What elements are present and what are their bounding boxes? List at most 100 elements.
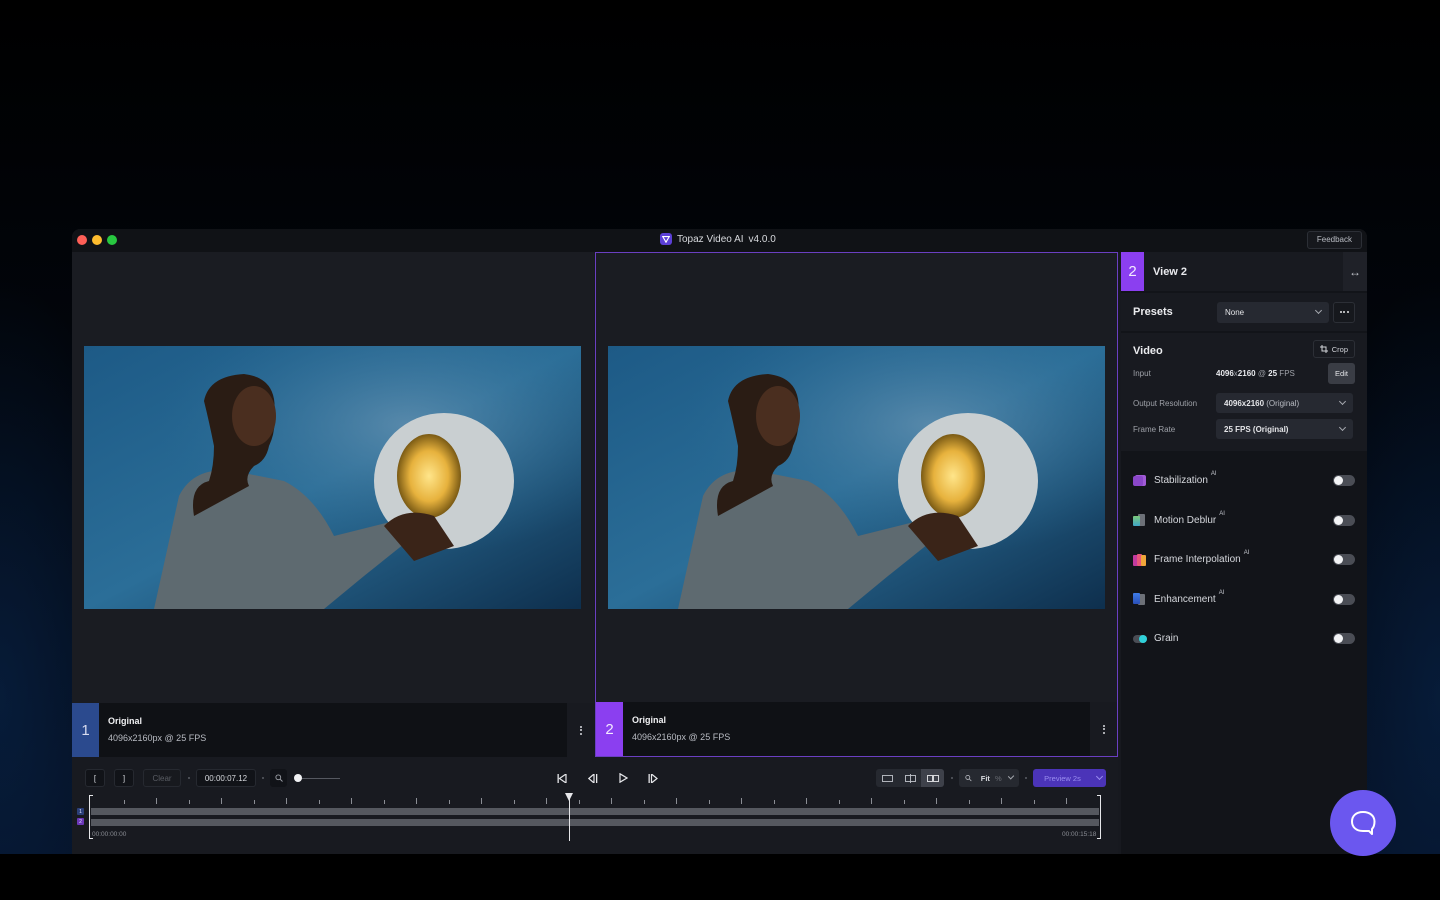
feature-label: EnhancementAI <box>1154 589 1225 605</box>
enhancement-icon <box>1133 593 1147 606</box>
more-vertical-icon <box>1102 724 1105 734</box>
feature-enhancement: EnhancementAI <box>1121 580 1367 620</box>
presets-section: Presets None <box>1121 293 1367 331</box>
grain-toggle[interactable] <box>1333 633 1355 645</box>
feature-stabilization: StabilizationAI <box>1121 461 1367 501</box>
enhancement-toggle[interactable] <box>1333 593 1355 605</box>
maximize-window-button[interactable] <box>107 235 117 245</box>
frame-rate-label: Frame Rate <box>1133 424 1176 434</box>
timeline-tick <box>123 800 125 804</box>
track-2-label: 2 <box>77 818 84 825</box>
timeline-tick <box>968 800 970 804</box>
viewer-2-resolution: 4096x2160px @ 25 FPS <box>632 732 731 742</box>
app-window: Topaz Video AI v4.0.0 Feedback 1 Origina… <box>72 229 1367 854</box>
timeline-tick <box>708 800 710 804</box>
video-frame-preview <box>608 346 1105 609</box>
track-1-label: 1 <box>77 808 84 815</box>
title-bar: Topaz Video AI v4.0.0 Feedback <box>72 229 1367 252</box>
frame-rate-dropdown[interactable]: 25 FPS (Original) <box>1216 419 1353 439</box>
viewer-2-number: 2 <box>596 702 623 756</box>
presets-more-button[interactable] <box>1333 301 1355 323</box>
viewer-1-info: 1 Original 4096x2160px @ 25 FPS <box>72 703 594 757</box>
separator <box>262 777 264 779</box>
viewer-2[interactable]: 2 Original 4096x2160px @ 25 FPS <box>595 252 1118 757</box>
timeline-zoom-slider-track[interactable] <box>298 778 340 779</box>
timeline[interactable]: 1 2 00:00:00:00 00:00:15:18 <box>72 793 1118 843</box>
bottom-bar <box>0 854 1440 900</box>
timeline-tick <box>643 800 645 804</box>
motion-deblur-toggle[interactable] <box>1333 514 1355 526</box>
timeline-tick <box>806 798 808 804</box>
viewer-1[interactable]: 1 Original 4096x2160px @ 25 FPS <box>72 252 594 757</box>
track-1[interactable] <box>91 808 1099 815</box>
split-view-icon <box>904 773 916 783</box>
support-chat-button[interactable] <box>1330 790 1396 856</box>
mark-in-button[interactable]: [ <box>85 769 105 787</box>
clear-button[interactable]: Clear <box>143 769 181 787</box>
viewer-1-more-button[interactable] <box>567 703 594 757</box>
feature-label: Frame InterpolationAI <box>1154 550 1250 566</box>
app-title: Topaz Video AI <box>677 233 744 245</box>
preview-button[interactable]: Preview 2s <box>1033 769 1106 787</box>
timeline-tick <box>156 798 158 804</box>
timeline-tick <box>838 800 840 804</box>
split-view-button[interactable] <box>899 769 922 787</box>
feedback-button[interactable]: Feedback <box>1306 231 1362 249</box>
output-resolution-dropdown[interactable]: 4096x2160 (Original) <box>1216 393 1353 413</box>
zoom-icon <box>965 774 972 782</box>
step-back-icon <box>588 773 598 783</box>
playhead-handle[interactable] <box>564 793 573 801</box>
single-view-icon <box>881 774 893 782</box>
feature-motion-deblur: Motion DeblurAI <box>1121 501 1367 541</box>
video-title: Video <box>1133 345 1163 357</box>
timeline-tick <box>481 798 483 804</box>
close-window-button[interactable] <box>77 235 87 245</box>
playhead-line <box>568 796 570 841</box>
mark-out-button[interactable]: ] <box>114 769 134 787</box>
view-number-badge: 2 <box>1121 252 1144 291</box>
expand-arrows-icon[interactable]: ↔ <box>1343 252 1367 291</box>
skip-to-start-button[interactable] <box>554 770 570 786</box>
timeline-tick <box>578 800 580 804</box>
timeline-tick <box>611 798 613 804</box>
more-vertical-icon <box>579 725 582 735</box>
stabilization-toggle[interactable] <box>1333 475 1355 487</box>
timeline-zoom-slider-thumb[interactable] <box>294 774 302 782</box>
out-point-marker[interactable] <box>1097 795 1101 839</box>
chevron-down-icon <box>1095 772 1103 781</box>
timeline-tick <box>903 800 905 804</box>
timeline-tick <box>416 798 418 804</box>
input-label: Input <box>1133 369 1151 378</box>
timeline-tick <box>546 798 548 804</box>
presets-dropdown[interactable]: None <box>1217 301 1329 323</box>
timeline-tick <box>1001 798 1003 804</box>
ai-features-list: StabilizationAI Motion DeblurAI Frame In… <box>1121 451 1367 659</box>
frame-interpolation-toggle[interactable] <box>1333 554 1355 566</box>
playback-controls: [ ] Clear 00:00:07.12 Fit % Preview 2s 1… <box>72 757 1118 854</box>
side-by-side-icon <box>926 774 939 782</box>
previous-frame-button[interactable] <box>585 770 601 786</box>
timeline-tick <box>383 800 385 804</box>
track-2[interactable] <box>91 819 1099 826</box>
timeline-tick <box>351 798 353 804</box>
side-by-side-view-button[interactable] <box>921 769 945 787</box>
play-button[interactable] <box>615 770 631 786</box>
single-view-button[interactable] <box>876 769 899 787</box>
edit-input-button[interactable]: Edit <box>1328 363 1355 384</box>
frame-interpolation-icon <box>1133 553 1147 566</box>
next-frame-button[interactable] <box>645 770 661 786</box>
play-icon <box>618 773 628 783</box>
zoom-level-value: Fit <box>980 773 990 783</box>
current-time-field[interactable]: 00:00:07.12 <box>196 769 256 787</box>
crop-button[interactable]: Crop <box>1312 340 1355 358</box>
minimize-window-button[interactable] <box>92 235 102 245</box>
viewer-1-number: 1 <box>72 703 99 757</box>
viewer-2-more-button[interactable] <box>1090 702 1117 756</box>
viewer-2-name: Original <box>632 715 667 725</box>
preview-options-dropdown[interactable] <box>1092 772 1106 781</box>
view-mode-toggle <box>876 769 945 787</box>
viewer-1-name: Original <box>108 716 143 726</box>
input-row: Input 4096x2160 @ 25 FPS Edit <box>1133 363 1355 384</box>
zoom-level-dropdown[interactable]: Fit % <box>959 769 1019 787</box>
timeline-zoom-button[interactable] <box>270 769 287 787</box>
